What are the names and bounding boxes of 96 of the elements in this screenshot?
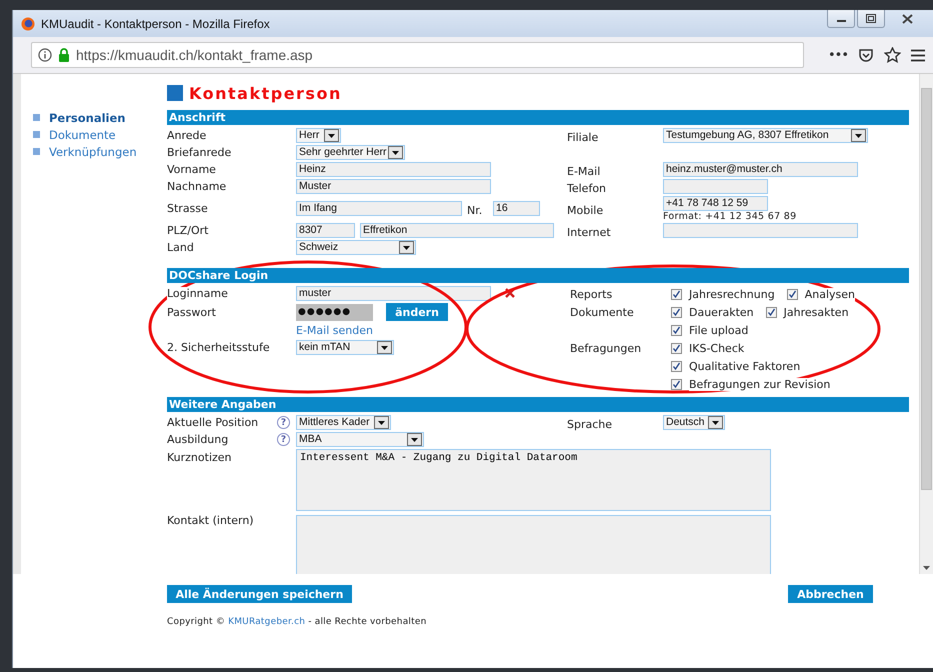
- checkbox[interactable]: [671, 324, 682, 336]
- input-field[interactable]: [663, 223, 858, 238]
- field-label: Land: [167, 241, 194, 254]
- lock-icon: [58, 48, 70, 62]
- section-header: Weitere Angaben: [167, 397, 909, 412]
- section-header: DOCshare Login: [167, 268, 909, 283]
- dropdown-field[interactable]: Mittleres Kader: [296, 415, 391, 430]
- field-label: E-Mail: [567, 165, 600, 178]
- info-icon[interactable]: [38, 48, 52, 62]
- title-square-icon: [167, 85, 183, 101]
- checkbox[interactable]: [671, 360, 682, 372]
- checkbox[interactable]: [671, 288, 682, 300]
- url-text[interactable]: https://kmuaudit.ch/kontakt_frame.asp: [76, 47, 313, 63]
- menu-icon[interactable]: [911, 48, 925, 62]
- field-label: Jahresrechnung: [689, 288, 775, 300]
- checkbox[interactable]: [766, 306, 777, 318]
- field-label: Strasse: [167, 202, 208, 215]
- field-label: Kurznotizen: [167, 450, 232, 464]
- close-icon: [902, 14, 912, 24]
- pocket-icon[interactable]: [858, 47, 874, 63]
- copyright-text: Copyright © KMURatgeber.ch - alle Rechte vorbehalten: [167, 617, 428, 627]
- field-label: 2. Sicherheitsstufe: [167, 341, 270, 354]
- field-label: Internet: [567, 226, 611, 239]
- dropdown-field[interactable]: Deutsch: [663, 415, 725, 430]
- maximize-icon: [866, 14, 876, 23]
- field-label: Reports: [570, 288, 612, 300]
- checkbox[interactable]: [786, 288, 798, 300]
- notes-field[interactable]: Interessent M&A - Zugang zu Digital Dataroom: [296, 449, 771, 511]
- field-label: Nr.: [467, 204, 482, 217]
- field-label: Aktuelle Position: [167, 416, 258, 429]
- field-label: Telefon: [567, 182, 606, 195]
- input-field[interactable]: +41 78 748 12 59: [663, 196, 768, 210]
- field-label: Mobile: [567, 204, 604, 217]
- field-label: Anrede: [167, 129, 206, 142]
- input-field[interactable]: 16: [493, 201, 540, 216]
- field-label: PLZ/Ort: [167, 224, 208, 237]
- field-label: IKS-Check: [689, 342, 744, 354]
- input-field[interactable]: [663, 179, 768, 194]
- checkbox[interactable]: [671, 378, 682, 390]
- field-label: Passwort: [167, 306, 216, 318]
- field-label: Dauerakten: [689, 306, 754, 318]
- cancel-button[interactable]: Abbrechen: [788, 585, 873, 603]
- field-label: Kontakt (intern): [167, 514, 254, 526]
- format-hint: Format: +41 12 345 67 89: [663, 210, 796, 222]
- field-label: Filiale: [567, 131, 598, 144]
- input-field[interactable]: Muster: [296, 179, 491, 194]
- more-button[interactable]: •••: [828, 48, 848, 62]
- dropdown-field[interactable]: Sehr geehrter Herr: [296, 145, 405, 160]
- field-label: Vorname: [167, 163, 216, 176]
- field-label: Jahresakten: [784, 306, 849, 318]
- scrollbar[interactable]: [919, 74, 933, 574]
- help-icon[interactable]: ?: [277, 433, 290, 446]
- page-title: Kontaktperson: [189, 84, 342, 102]
- maximize-button[interactable]: [857, 10, 885, 28]
- field-label: Loginname: [167, 287, 228, 300]
- dropdown-field[interactable]: Herr: [296, 128, 341, 143]
- password-field[interactable]: ●●●●●●: [296, 304, 373, 320]
- field-label: Ausbildung: [167, 433, 228, 446]
- dropdown-field[interactable]: Schweiz: [296, 240, 416, 255]
- section-header: Anschrift: [167, 110, 909, 125]
- checkbox[interactable]: [671, 342, 682, 354]
- field-label: Qualitative Faktoren: [689, 360, 800, 372]
- input-field[interactable]: Im Ifang: [296, 201, 462, 216]
- field-label: File upload: [689, 324, 748, 336]
- field-label: Dokumente: [570, 306, 634, 318]
- sidebar-item[interactable]: Personalien: [33, 109, 167, 126]
- change-button[interactable]: ändern: [386, 303, 448, 321]
- field-label: Befragungen: [570, 342, 642, 354]
- star-icon[interactable]: [884, 47, 901, 63]
- browser-logo-icon: [21, 16, 35, 30]
- input-field[interactable]: muster: [296, 286, 491, 301]
- sidebar-item[interactable]: Verknüpfungen: [33, 143, 167, 160]
- scroll-down-icon[interactable]: [923, 566, 930, 570]
- delete-icon[interactable]: [505, 288, 515, 298]
- input-field[interactable]: heinz.muster@muster.ch: [663, 162, 858, 177]
- footer-link[interactable]: KMURatgeber.ch: [228, 617, 306, 627]
- checkbox[interactable]: [671, 306, 682, 318]
- help-icon[interactable]: ?: [277, 416, 290, 429]
- minimize-button[interactable]: [827, 10, 855, 28]
- email-link[interactable]: E-Mail senden: [296, 324, 373, 337]
- field-label: Briefanrede: [167, 146, 232, 159]
- field-label: Analysen: [804, 288, 855, 300]
- field-label: Befragungen zur Revision: [689, 378, 830, 390]
- dropdown-field[interactable]: Testumgebung AG, 8307 Effretikon: [663, 128, 868, 143]
- input-field[interactable]: Effretikon: [360, 223, 554, 238]
- window-title: KMUaudit - Kontaktperson - Mozilla Firefox: [41, 16, 271, 30]
- input-field[interactable]: 8307: [296, 223, 355, 238]
- save-button[interactable]: Alle Änderungen speichern: [167, 585, 352, 603]
- dropdown-field[interactable]: kein mTAN: [296, 340, 394, 355]
- field-label: Sprache: [567, 418, 612, 431]
- field-label: Nachname: [167, 180, 226, 193]
- dropdown-field[interactable]: MBA: [296, 432, 424, 447]
- notes-field[interactable]: [296, 515, 771, 574]
- sidebar-item[interactable]: Dokumente: [33, 126, 167, 143]
- address-bar[interactable]: https://kmuaudit.ch/kontakt_frame.asp: [31, 42, 804, 68]
- input-field[interactable]: Heinz: [296, 162, 491, 177]
